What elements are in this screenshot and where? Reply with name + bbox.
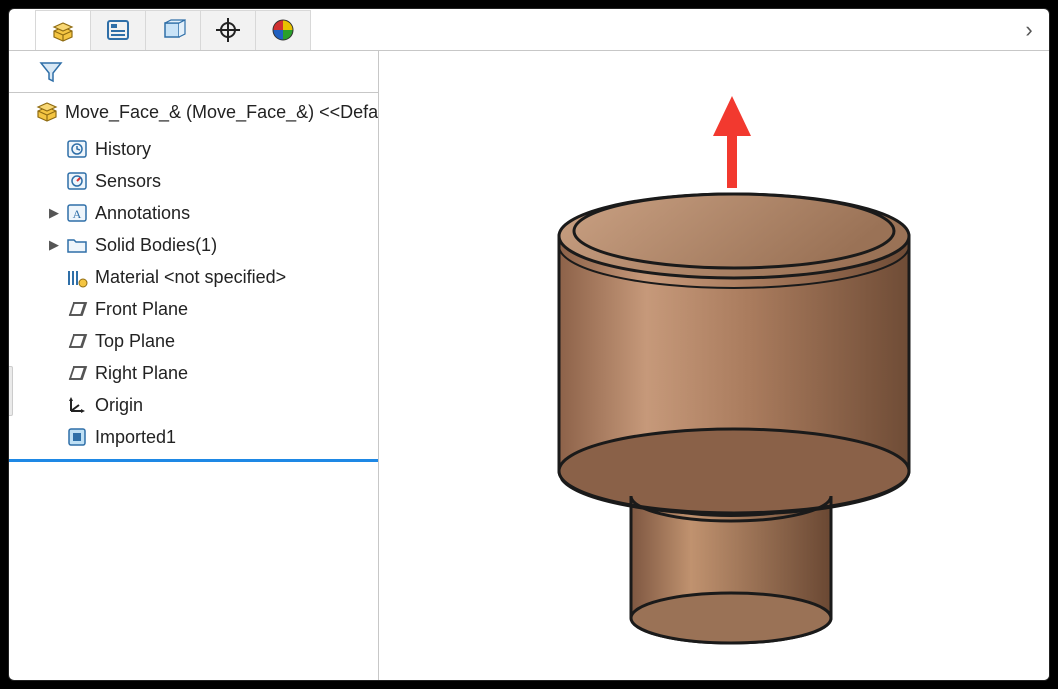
tree-item-label: Front Plane	[95, 299, 188, 320]
tree-item[interactable]: Material <not specified>	[9, 261, 378, 293]
part-icon	[50, 17, 76, 43]
tab-propertymanager[interactable]	[90, 10, 146, 50]
imported-icon	[63, 426, 91, 448]
tree-item-label: Origin	[95, 395, 143, 416]
tree-items: History Sensors ▶ A Annotations ▶ Solid Bodies…	[9, 131, 378, 462]
tree-item[interactable]: Top Plane	[9, 325, 378, 357]
tree-item[interactable]: History	[9, 133, 378, 165]
expand-caret[interactable]: ▶	[45, 237, 63, 253]
tree-item[interactable]: Imported1	[9, 421, 378, 453]
app-frame: › Move_Face_& (Move_Face_&) <<Default	[8, 8, 1050, 681]
tree-root-label: Move_Face_& (Move_Face_&) <<Default	[65, 102, 378, 123]
tab-featuremanager[interactable]	[35, 10, 91, 50]
tab-configurationmanager[interactable]	[145, 10, 201, 50]
funnel-icon	[39, 59, 63, 85]
plane-icon	[63, 362, 91, 384]
plane-icon	[63, 330, 91, 352]
viewport-3d[interactable]	[379, 51, 1049, 680]
tree-item-label: Sensors	[95, 171, 161, 192]
origin-icon	[63, 394, 91, 416]
chevron-right-icon: ›	[1025, 17, 1032, 43]
property-icon	[105, 18, 131, 42]
tree-item[interactable]: ▶ A Annotations	[9, 197, 378, 229]
tree-item[interactable]: ▶ Solid Bodies(1)	[9, 229, 378, 261]
appearance-icon	[271, 18, 295, 42]
tree-item[interactable]: Front Plane	[9, 293, 378, 325]
tree-item-label: History	[95, 139, 151, 160]
tree-item[interactable]: Origin	[9, 389, 378, 421]
tab-displaymanager[interactable]	[255, 10, 311, 50]
part-icon	[35, 98, 59, 122]
tree-item-label: Annotations	[95, 203, 190, 224]
annotations-icon: A	[63, 202, 91, 224]
target-icon	[216, 18, 240, 42]
tree-item-label: Solid Bodies(1)	[95, 235, 217, 256]
toolbar: ›	[9, 9, 1049, 51]
tree-item-label: Top Plane	[95, 331, 175, 352]
sensors-icon	[63, 170, 91, 192]
direction-arrow	[713, 96, 751, 188]
tree-filter-row[interactable]	[9, 51, 378, 93]
panel-splitter[interactable]	[9, 366, 13, 416]
config-icon	[160, 18, 186, 42]
svg-text:A: A	[73, 207, 82, 221]
folder-icon	[63, 234, 91, 256]
toolbar-more[interactable]: ›	[1009, 17, 1049, 43]
tab-dimxpert[interactable]	[200, 10, 256, 50]
model-canvas	[379, 51, 1049, 671]
tree-item-label: Imported1	[95, 427, 176, 448]
tree-item[interactable]: Sensors	[9, 165, 378, 197]
history-icon	[63, 138, 91, 160]
feature-tree-panel: Move_Face_& (Move_Face_&) <<Default Hist…	[9, 51, 379, 680]
material-icon	[63, 266, 91, 288]
tree-item-label: Right Plane	[95, 363, 188, 384]
plane-icon	[63, 298, 91, 320]
tree-root[interactable]: Move_Face_& (Move_Face_&) <<Default	[9, 93, 378, 131]
expand-caret[interactable]: ▶	[45, 205, 63, 221]
tree-item[interactable]: Right Plane	[9, 357, 378, 389]
content-body: Move_Face_& (Move_Face_&) <<Default Hist…	[9, 51, 1049, 680]
tree-item-label: Material <not specified>	[95, 267, 286, 288]
